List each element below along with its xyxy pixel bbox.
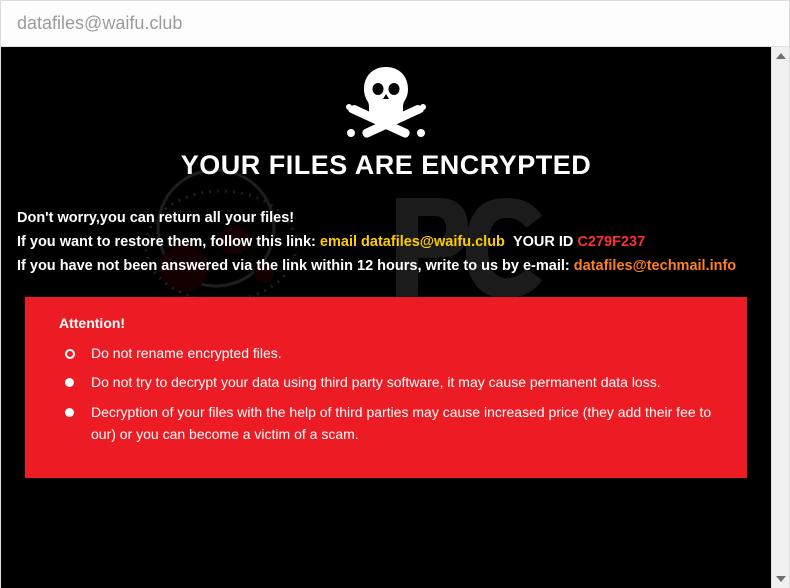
your-id-value: C279F237 (577, 234, 645, 250)
line-fallback: If you have not been answered via the li… (17, 255, 755, 279)
ransom-note: risk .com (1, 47, 771, 588)
attention-heading: Attention! (59, 315, 713, 331)
fallback-prefix: If you have not been answered via the li… (17, 258, 574, 274)
primary-email-label: email (320, 234, 357, 250)
main-heading: YOUR FILES ARE ENCRYPTED (11, 150, 761, 181)
space2 (505, 234, 513, 250)
restore-prefix: If you want to restore them, follow this… (17, 234, 320, 250)
your-id-label: YOUR ID (513, 234, 573, 250)
secondary-email: datafiles@techmail.info (574, 258, 736, 274)
skull-icon (11, 65, 761, 144)
attention-item: Do not rename encrypted files. (59, 343, 713, 365)
primary-email: datafiles@waifu.club (361, 234, 505, 250)
instruction-block: Don't worry,you can return all your file… (11, 207, 761, 279)
line-return-files: Don't worry,you can return all your file… (17, 207, 755, 231)
attention-item: Do not try to decrypt your data using th… (59, 372, 713, 394)
attention-box: Attention! Do not rename encrypted files… (25, 297, 747, 478)
attention-list: Do not rename encrypted files. Do not tr… (59, 343, 713, 446)
line-restore: If you want to restore them, follow this… (17, 231, 755, 255)
viewport: risk .com (1, 47, 789, 588)
scroll-down-icon[interactable] (772, 570, 789, 588)
window-titlebar: datafiles@waifu.club (1, 1, 789, 47)
attention-item: Decryption of your files with the help o… (59, 402, 713, 445)
vertical-scrollbar[interactable] (771, 47, 789, 588)
scroll-up-icon[interactable] (772, 47, 789, 65)
window-title: datafiles@waifu.club (17, 13, 182, 34)
